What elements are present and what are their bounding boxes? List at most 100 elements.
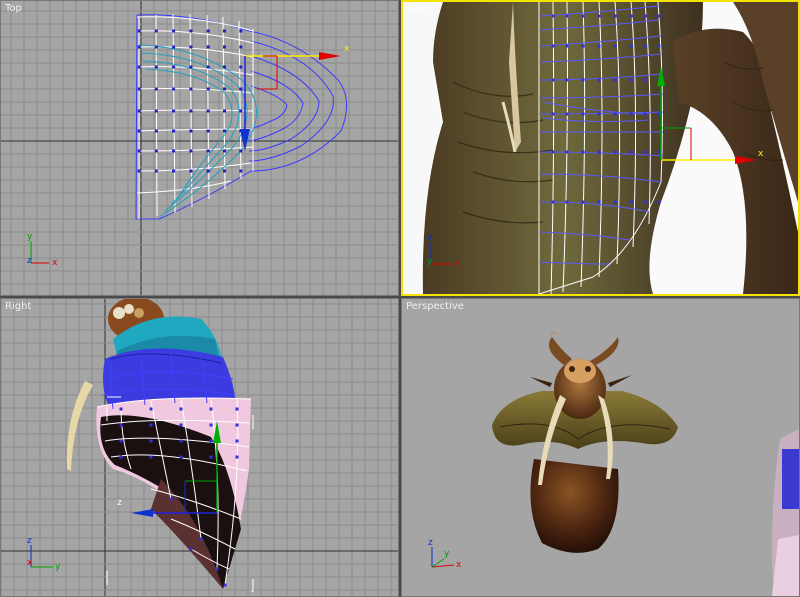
mesh-vertex bbox=[629, 78, 633, 82]
mesh-vertex bbox=[643, 112, 647, 116]
mesh-vertex bbox=[551, 200, 555, 204]
view-axis-tripod-icon: y z x bbox=[27, 232, 58, 268]
gizmo-x-label: x bbox=[344, 44, 350, 54]
mesh-vertex bbox=[172, 129, 176, 133]
mesh-vertex bbox=[551, 150, 555, 154]
mesh-vertex bbox=[613, 112, 617, 116]
mesh-vertex bbox=[206, 29, 210, 33]
mesh-vertex bbox=[154, 129, 158, 133]
mesh-vertex bbox=[629, 44, 633, 48]
right-tripod-x-label: x bbox=[27, 558, 33, 568]
mesh-vertex bbox=[565, 14, 569, 18]
mesh-vertex bbox=[239, 65, 243, 69]
top-mesh-wireframe bbox=[135, 13, 347, 220]
mesh-vertex bbox=[223, 65, 226, 69]
mesh-vertex bbox=[209, 423, 213, 427]
viewport-front[interactable]: Front x z y x bbox=[401, 0, 800, 296]
mesh-vertex bbox=[239, 87, 243, 91]
front-gizmo-x-label: x bbox=[758, 149, 764, 159]
mesh-vertex bbox=[189, 109, 193, 113]
mesh-vertex bbox=[551, 44, 555, 48]
mesh-vertex bbox=[206, 45, 210, 49]
front-tripod-x-label: x bbox=[454, 259, 460, 269]
mesh-vertex bbox=[551, 14, 555, 18]
mesh-vertex bbox=[206, 87, 210, 91]
perspective-viewport-canvas[interactable]: z x y bbox=[402, 299, 799, 596]
perspective-partial-object bbox=[772, 429, 799, 596]
mesh-vertex bbox=[206, 129, 210, 133]
mesh-vertex bbox=[172, 45, 176, 49]
mesh-vertex bbox=[172, 29, 176, 33]
mesh-vertex bbox=[629, 112, 633, 116]
mesh-vertex bbox=[223, 109, 226, 113]
mesh-vertex bbox=[223, 29, 226, 33]
mesh-vertex bbox=[154, 169, 158, 173]
mesh-vertex bbox=[613, 150, 617, 154]
persp-tripod-y-label: y bbox=[444, 549, 450, 559]
mesh-vertex bbox=[154, 29, 158, 33]
mesh-vertex bbox=[119, 439, 123, 443]
mesh-vertex bbox=[154, 149, 158, 153]
mesh-vertex bbox=[239, 149, 243, 153]
viewport-label-front[interactable]: Front bbox=[407, 4, 432, 15]
mesh-vertex bbox=[154, 87, 158, 91]
front-tripod-y-label: y bbox=[427, 257, 433, 267]
mesh-vertex bbox=[581, 44, 585, 48]
mesh-vertex bbox=[597, 44, 601, 48]
mesh-vertex bbox=[597, 112, 601, 116]
mesh-vertex bbox=[581, 112, 585, 116]
viewport-label-top[interactable]: Top bbox=[5, 3, 22, 14]
mesh-vertex bbox=[137, 65, 141, 69]
top-grid bbox=[1, 1, 398, 295]
mesh-vertex bbox=[189, 169, 193, 173]
mesh-vertex bbox=[239, 109, 243, 113]
mesh-vertex bbox=[137, 109, 141, 113]
mesh-vertex bbox=[172, 109, 176, 113]
mesh-vertex bbox=[137, 87, 141, 91]
mesh-vertex bbox=[209, 439, 213, 443]
mesh-vertex bbox=[597, 78, 601, 82]
mesh-vertex bbox=[189, 129, 193, 133]
mesh-vertex bbox=[235, 423, 239, 427]
mesh-vertex bbox=[223, 583, 227, 587]
mesh-vertex bbox=[613, 200, 617, 204]
persp-tripod-z-label: z bbox=[428, 538, 433, 548]
viewport-label-right[interactable]: Right bbox=[5, 301, 31, 312]
mesh-vertex bbox=[235, 439, 239, 443]
mesh-vertex bbox=[119, 455, 123, 459]
top-viewport-canvas[interactable]: x y z x bbox=[1, 1, 398, 295]
mesh-vertex bbox=[154, 65, 158, 69]
mesh-vertex bbox=[565, 112, 569, 116]
mesh-vertex bbox=[149, 455, 153, 459]
mesh-vertex bbox=[206, 149, 210, 153]
mesh-vertex bbox=[215, 567, 219, 571]
mesh-vertex bbox=[137, 149, 141, 153]
mesh-vertex bbox=[629, 150, 633, 154]
mesh-vertex bbox=[565, 200, 569, 204]
view-axis-tripod-icon: z x y bbox=[428, 538, 462, 570]
viewport-perspective[interactable]: Perspective z x y bbox=[401, 298, 800, 597]
mesh-vertex bbox=[551, 112, 555, 116]
mesh-vertex bbox=[239, 45, 243, 49]
mesh-vertex bbox=[657, 200, 661, 204]
mesh-vertex bbox=[206, 169, 210, 173]
right-tripod-y-label: y bbox=[55, 562, 61, 572]
tripod-x-label: x bbox=[52, 258, 58, 268]
mesh-vertex bbox=[643, 78, 647, 82]
mesh-vertex bbox=[199, 537, 203, 541]
right-viewport-canvas[interactable]: z z x y bbox=[1, 299, 398, 596]
mesh-vertex bbox=[189, 65, 193, 69]
mesh-vertex bbox=[643, 150, 647, 154]
mesh-vertex bbox=[154, 109, 158, 113]
persp-tripod-x-label: x bbox=[456, 560, 462, 570]
demon-model-render bbox=[492, 331, 678, 553]
mesh-vertex bbox=[643, 44, 647, 48]
mesh-vertex bbox=[235, 455, 239, 459]
viewport-top[interactable]: Top x y z x bbox=[0, 0, 399, 296]
mesh-vertex bbox=[223, 169, 226, 173]
mesh-vertex bbox=[223, 45, 226, 49]
viewport-right[interactable]: Right z z x y bbox=[0, 298, 399, 597]
viewport-label-perspective[interactable]: Perspective bbox=[406, 301, 464, 312]
front-viewport-canvas[interactable]: x z y x bbox=[403, 2, 798, 294]
mesh-vertex bbox=[581, 200, 585, 204]
